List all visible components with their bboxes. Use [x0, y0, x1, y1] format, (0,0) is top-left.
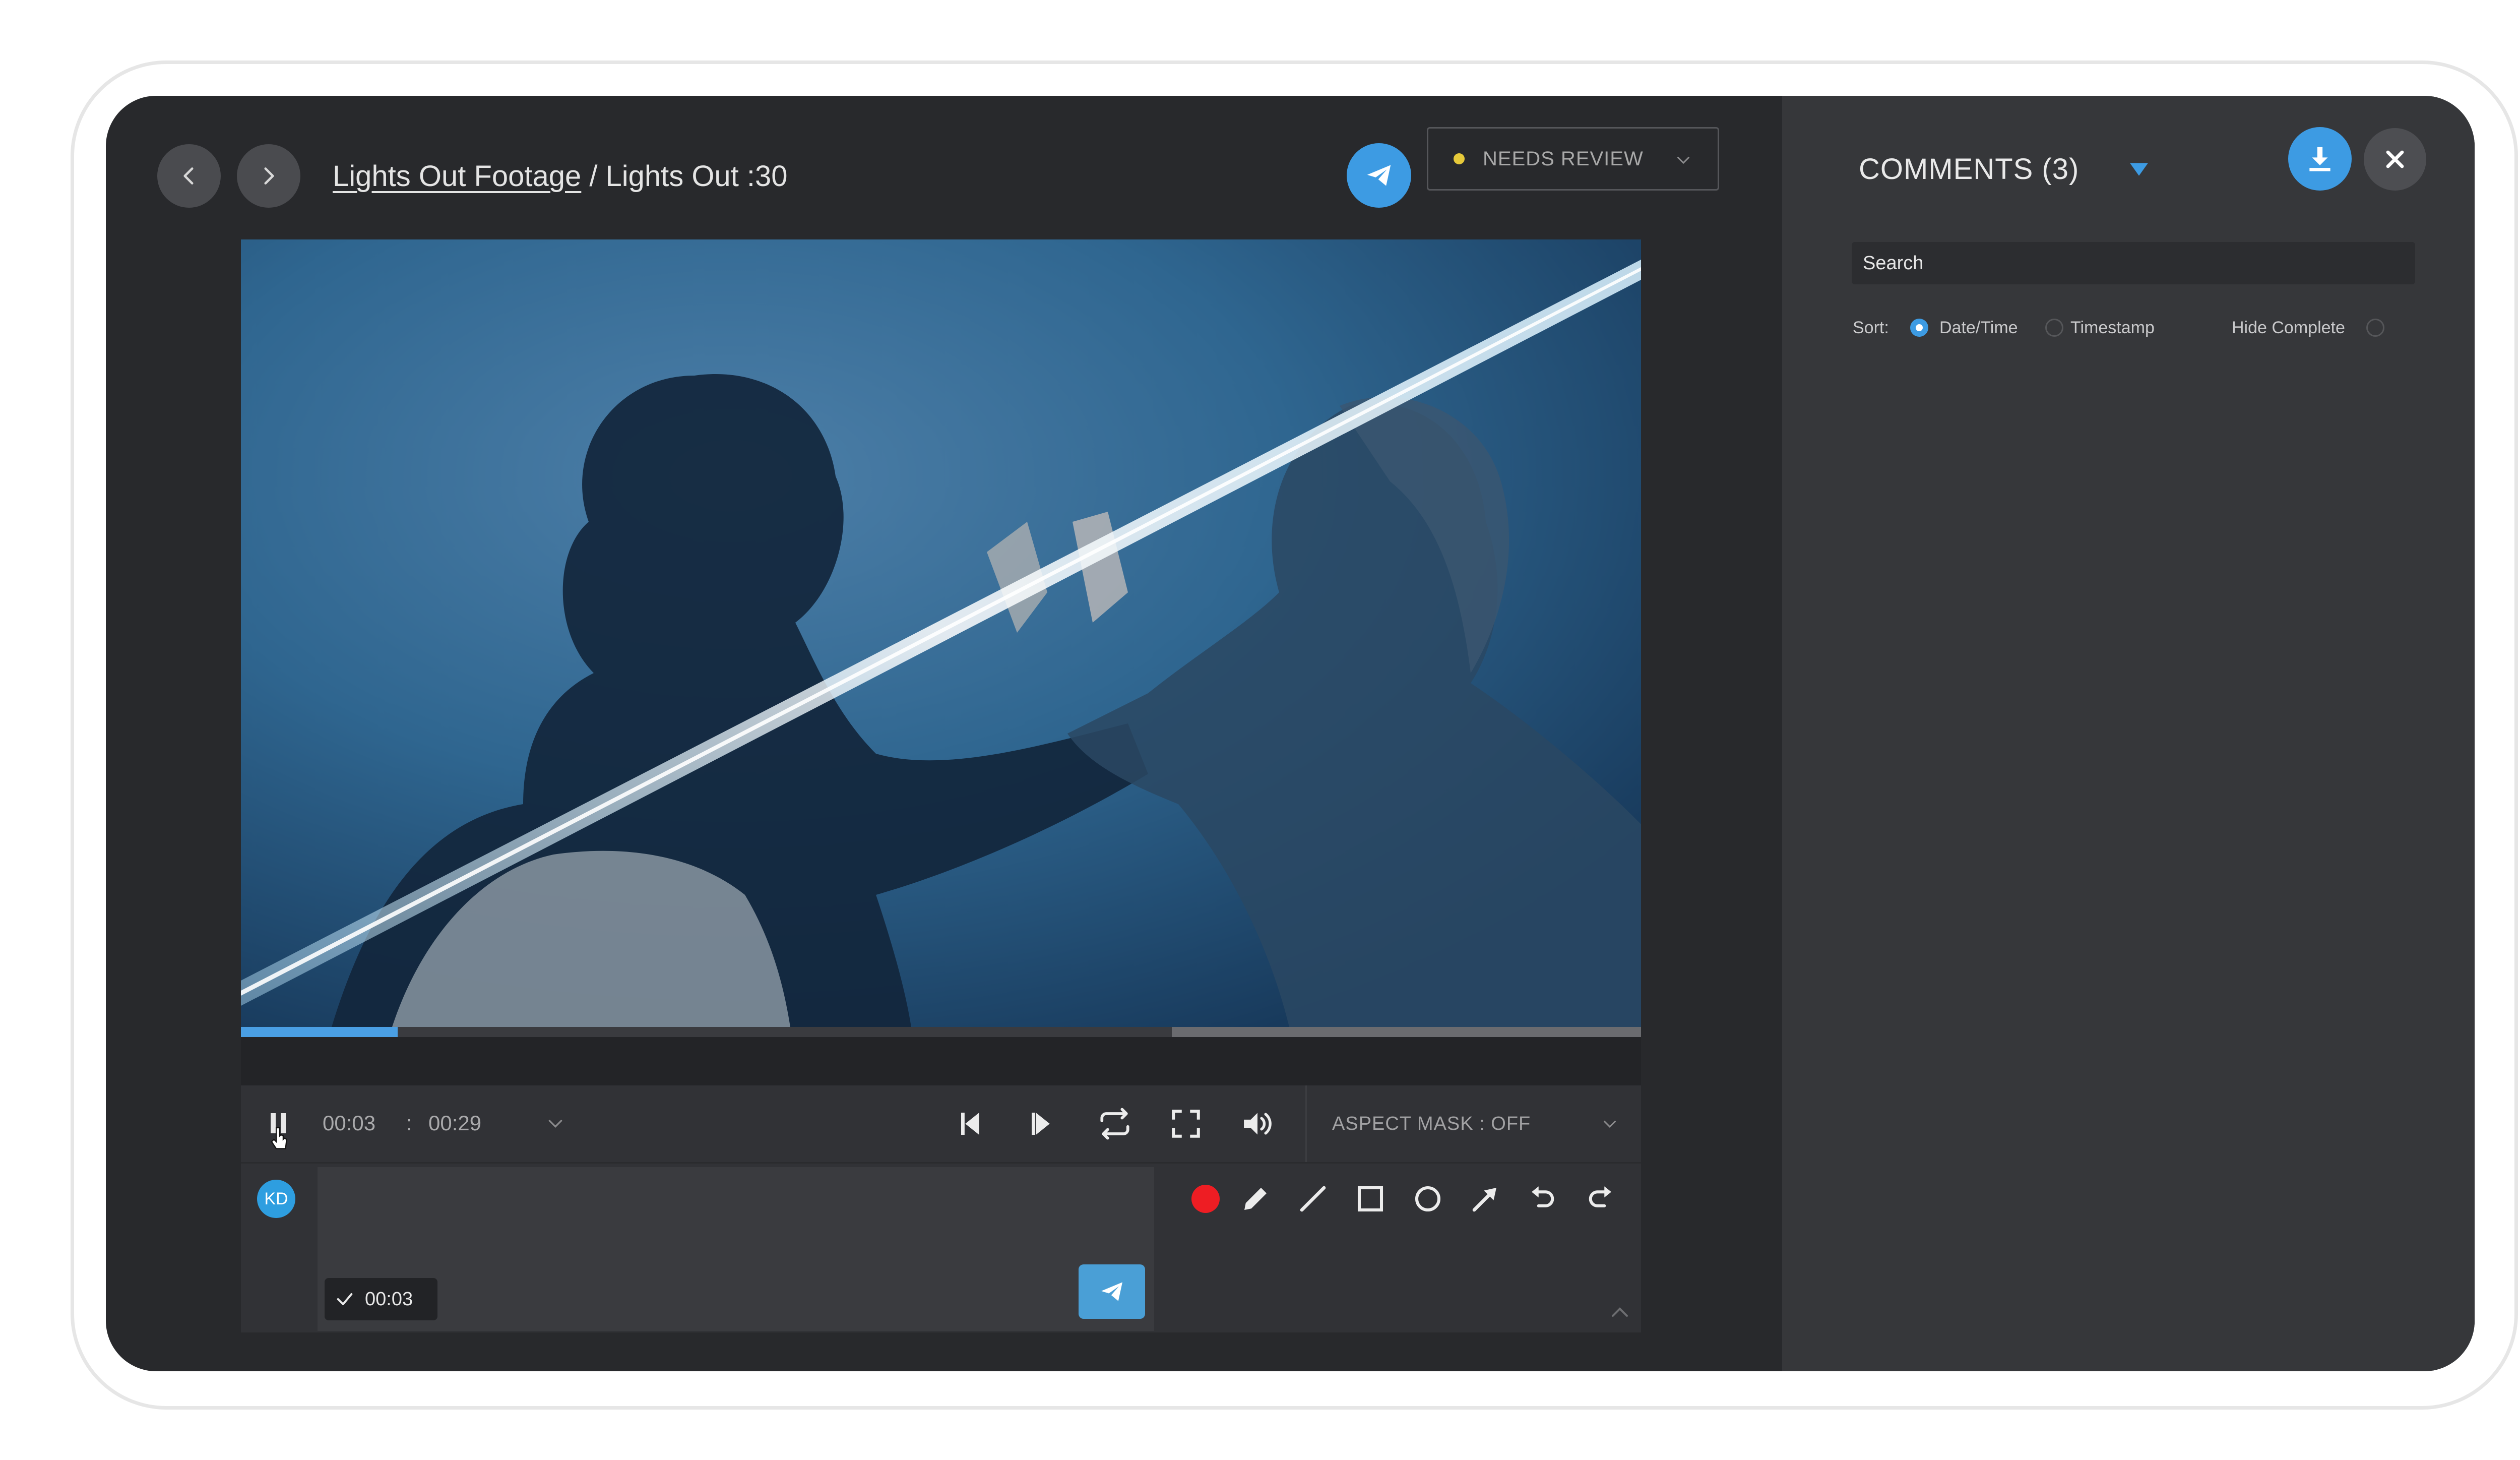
comments-search-input[interactable] — [1852, 242, 2415, 284]
sort-label: Sort: — [1853, 318, 1889, 337]
forward-button[interactable] — [237, 144, 300, 208]
breadcrumb-separator: / — [589, 159, 598, 193]
line-icon[interactable] — [1296, 1182, 1330, 1215]
timestamp-toggle[interactable]: 00:03 — [325, 1278, 437, 1320]
hide-complete-toggle[interactable]: Hide Complete — [2232, 313, 2384, 343]
timestamp-label: 00:03 — [365, 1288, 413, 1310]
current-time: 00:03 — [323, 1111, 376, 1135]
chevron-down-icon — [1677, 157, 1689, 164]
radio-datetime[interactable] — [1910, 319, 1928, 337]
review-app: Lights Out Footage / Lights Out :30 NEED… — [106, 96, 2475, 1371]
breadcrumb-parent-link[interactable]: Lights Out Footage — [333, 159, 581, 193]
fullscreen-icon — [1172, 1110, 1200, 1138]
status-dot — [1454, 153, 1465, 164]
redo-icon[interactable] — [1584, 1182, 1617, 1215]
time-format-dropdown[interactable] — [545, 1113, 565, 1133]
sort-option-timestamp[interactable]: Timestamp — [2045, 313, 2155, 343]
chevron-down-icon — [1604, 1121, 1616, 1128]
loop-button[interactable] — [1095, 1106, 1135, 1141]
back-button[interactable] — [157, 144, 221, 208]
progress-fill — [241, 1027, 398, 1037]
rectangle-icon[interactable] — [1354, 1182, 1387, 1215]
chevron-up-icon[interactable] — [1608, 1301, 1632, 1325]
arrow-icon[interactable] — [1469, 1182, 1502, 1215]
playback-progress-bar[interactable] — [241, 1027, 1641, 1037]
checkmark-icon — [337, 1293, 353, 1305]
step-back-icon — [961, 1113, 979, 1135]
send-comment-button[interactable] — [1079, 1264, 1145, 1319]
breadcrumb: Lights Out Footage / Lights Out :30 — [333, 144, 788, 208]
chevron-down-icon — [548, 1120, 562, 1128]
hide-complete-checkbox[interactable] — [2366, 319, 2384, 337]
undo-icon[interactable] — [1526, 1182, 1559, 1215]
caret-down-icon[interactable] — [2128, 160, 2150, 178]
duration-time: 00:29 — [428, 1111, 482, 1135]
loop-icon — [1100, 1108, 1129, 1140]
close-button[interactable] — [2364, 128, 2426, 191]
video-player-frame[interactable] — [241, 239, 1641, 1027]
pencil-icon[interactable] — [1239, 1182, 1272, 1215]
avatar: KD — [257, 1180, 295, 1218]
share-button[interactable] — [1347, 143, 1411, 208]
time-separator: : — [406, 1111, 412, 1135]
download-icon — [2309, 147, 2330, 171]
paper-plane-icon — [1367, 165, 1391, 186]
sort-option-datetime-label: Date/Time — [1939, 318, 2018, 337]
aspect-mask-label: ASPECT MASK : OFF — [1332, 1113, 1531, 1134]
chevron-left-icon — [183, 167, 194, 185]
comment-input[interactable] — [318, 1167, 1154, 1331]
radio-timestamp[interactable] — [2045, 319, 2063, 337]
volume-icon — [1244, 1113, 1272, 1135]
sort-option-timestamp-label: Timestamp — [2070, 318, 2155, 337]
timeline-strip[interactable] — [241, 1037, 1641, 1085]
hide-complete-label: Hide Complete — [2232, 318, 2345, 337]
circle-icon[interactable] — [1411, 1182, 1444, 1215]
record-button[interactable] — [1191, 1185, 1220, 1213]
paper-plane-icon — [1101, 1282, 1122, 1301]
step-back-button[interactable] — [956, 1107, 989, 1140]
mouse-cursor-icon — [271, 1127, 288, 1149]
video-frame-image — [241, 239, 1641, 1027]
step-forward-button[interactable] — [1026, 1107, 1059, 1140]
comments-title: COMMENTS (3) — [1859, 153, 2080, 186]
status-dropdown[interactable]: NEEDS REVIEW — [1427, 127, 1719, 191]
status-label: NEEDS REVIEW — [1483, 147, 1644, 170]
progress-buffer — [1172, 1027, 1641, 1037]
volume-button[interactable] — [1240, 1107, 1275, 1140]
download-button[interactable] — [2288, 127, 2352, 191]
fullscreen-button[interactable] — [1169, 1107, 1203, 1140]
comments-panel — [1782, 96, 2475, 1371]
breadcrumb-current: Lights Out :30 — [605, 159, 788, 193]
close-icon — [2386, 150, 2404, 168]
sort-option-datetime[interactable]: Date/Time — [1910, 313, 2018, 343]
aspect-mask-dropdown[interactable]: ASPECT MASK : OFF — [1305, 1085, 1641, 1162]
chevron-right-icon — [264, 167, 274, 185]
step-forward-icon — [1032, 1113, 1050, 1135]
